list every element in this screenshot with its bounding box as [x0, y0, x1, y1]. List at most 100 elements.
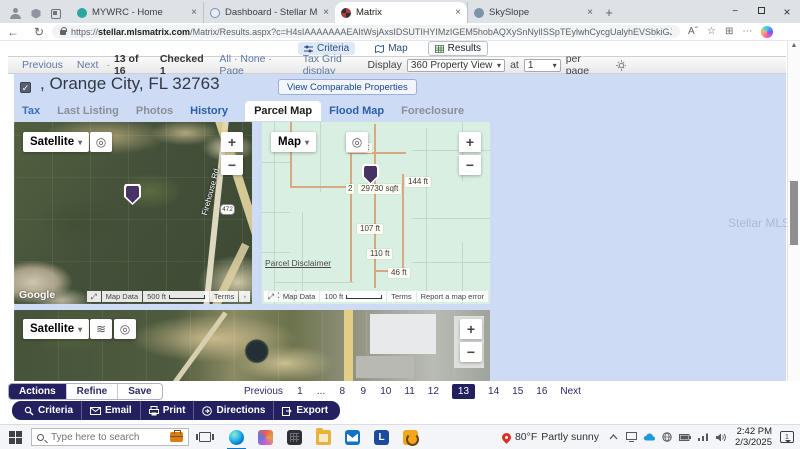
- lists-app-icon[interactable]: L: [374, 430, 389, 445]
- collections-icon[interactable]: ⊞: [725, 26, 733, 37]
- restore-icon[interactable]: [748, 6, 774, 17]
- network-icon[interactable]: [661, 431, 673, 443]
- task-view-icon[interactable]: [199, 432, 211, 442]
- page-number[interactable]: 15: [512, 386, 523, 397]
- refresh-icon[interactable]: ↻: [26, 25, 52, 39]
- page-number[interactable]: 9: [359, 386, 367, 397]
- orange-app-icon[interactable]: [403, 430, 418, 445]
- battery-icon[interactable]: [679, 431, 691, 443]
- email-button[interactable]: Email: [81, 401, 140, 420]
- terms-link[interactable]: Terms: [210, 291, 238, 302]
- tab-tax[interactable]: Tax: [22, 105, 40, 117]
- zoom-out-button[interactable]: −: [459, 155, 481, 175]
- file-explorer-icon[interactable]: [316, 430, 331, 445]
- calculator-icon[interactable]: [287, 430, 302, 445]
- satellite-view-dropdown[interactable]: Satellite: [23, 132, 89, 152]
- volume-icon[interactable]: [715, 431, 727, 443]
- scrollbar-thumb[interactable]: [790, 181, 798, 245]
- save-tab[interactable]: Save: [117, 384, 161, 399]
- workspaces-icon[interactable]: [31, 9, 41, 19]
- info-icon[interactable]: ◦: [239, 291, 250, 302]
- tab-close-icon[interactable]: ×: [323, 7, 329, 18]
- lock-icon[interactable]: [60, 30, 66, 35]
- pagination-previous[interactable]: Previous: [244, 386, 283, 397]
- directions-button[interactable]: Directions: [193, 401, 273, 420]
- tab-last-listing[interactable]: Last Listing: [57, 105, 119, 117]
- back-icon[interactable]: ←: [0, 25, 26, 39]
- start-button[interactable]: [9, 431, 22, 444]
- page-number[interactable]: 11: [404, 386, 414, 397]
- refine-tab[interactable]: Refine: [66, 384, 118, 399]
- scroll-up-icon[interactable]: ▲: [788, 42, 800, 49]
- zoom-in-button[interactable]: +: [221, 132, 243, 152]
- vertical-scrollbar[interactable]: ▲: [787, 41, 800, 424]
- my-location-icon[interactable]: ◎: [346, 132, 368, 152]
- per-page-select[interactable]: 1: [524, 59, 561, 72]
- parcel-disclaimer-link[interactable]: Parcel Disclaimer: [265, 258, 331, 268]
- print-button[interactable]: Print: [140, 401, 194, 420]
- my-location-icon[interactable]: ◎: [90, 132, 112, 152]
- signal-icon[interactable]: [697, 431, 709, 443]
- mail-icon[interactable]: [345, 430, 360, 445]
- tab-history[interactable]: History: [190, 105, 228, 117]
- zoom-in-button[interactable]: +: [460, 319, 482, 339]
- url-field[interactable]: https://stellar.mlsmatrix.com/Matrix/Res…: [52, 25, 680, 38]
- criteria-button[interactable]: Criteria: [16, 401, 81, 420]
- tab-parcel-map[interactable]: Parcel Map: [245, 101, 321, 121]
- parcel-map[interactable]: Map ◎ + − 108 ft 2 29730 sqft 144 ft 107…: [262, 122, 490, 304]
- listing-checkbox[interactable]: ✓: [20, 82, 31, 93]
- browser-tab-dashboard[interactable]: Dashboard - Stellar MLS ×: [203, 2, 335, 23]
- layers-icon[interactable]: ≋: [90, 319, 112, 339]
- map-view-dropdown[interactable]: Map: [271, 132, 316, 152]
- page-number[interactable]: 14: [488, 386, 499, 397]
- clock[interactable]: 2:42 PM 2/3/2025: [735, 426, 772, 448]
- pagination-next[interactable]: Next: [560, 386, 581, 397]
- report-map-error-link[interactable]: Report a map error: [417, 291, 488, 302]
- fullscreen-icon[interactable]: ⤢: [264, 291, 278, 302]
- tab-close-icon[interactable]: ×: [587, 7, 593, 18]
- edge-icon[interactable]: [229, 430, 244, 445]
- next-link[interactable]: Next: [77, 59, 99, 71]
- map-marker-icon[interactable]: [362, 164, 379, 185]
- tab-close-icon[interactable]: ×: [455, 7, 461, 18]
- zoom-in-button[interactable]: +: [459, 132, 481, 152]
- satellite-view-dropdown[interactable]: Satellite: [23, 319, 89, 339]
- tab-foreclosure[interactable]: Foreclosure: [401, 105, 464, 117]
- browser-tab-matrix[interactable]: Matrix ×: [335, 2, 467, 23]
- map-marker-icon[interactable]: [124, 184, 141, 205]
- fullscreen-icon[interactable]: ⤢: [87, 291, 101, 302]
- tray-expand-icon[interactable]: [607, 431, 619, 443]
- zoom-out-button[interactable]: −: [460, 342, 482, 362]
- page-number[interactable]: 12: [428, 386, 439, 397]
- copilot-icon[interactable]: [761, 26, 773, 38]
- favorites-star-icon[interactable]: ☆: [707, 26, 716, 37]
- satellite-map-bottom[interactable]: Satellite ≋ ◎ + −: [14, 310, 490, 381]
- search-input[interactable]: [49, 431, 149, 444]
- page-number[interactable]: 16: [536, 386, 547, 397]
- view-comparable-button[interactable]: View Comparable Properties: [278, 79, 417, 95]
- page-number-current[interactable]: 13: [452, 384, 475, 399]
- close-icon[interactable]: ×: [774, 5, 800, 19]
- display-view-select[interactable]: 360 Property View: [407, 59, 505, 72]
- taskbar-search[interactable]: [31, 428, 189, 446]
- minimize-icon[interactable]: −: [722, 6, 748, 17]
- office-icon[interactable]: [258, 430, 273, 445]
- monitor-icon[interactable]: [625, 431, 637, 443]
- previous-link[interactable]: Previous: [22, 59, 63, 71]
- notification-center-icon[interactable]: 1: [780, 431, 794, 443]
- browser-tab-mywrc[interactable]: MYWRC - Home ×: [71, 2, 203, 23]
- new-tab-icon[interactable]: +: [599, 5, 619, 23]
- page-number[interactable]: 1: [296, 386, 304, 397]
- tab-photos[interactable]: Photos: [136, 105, 173, 117]
- tab-actions-icon[interactable]: [51, 9, 61, 19]
- tab-close-icon[interactable]: ×: [191, 7, 197, 18]
- browser-tab-skyslope[interactable]: SkySlope ×: [467, 2, 599, 23]
- page-number[interactable]: 10: [380, 386, 391, 397]
- export-button[interactable]: Export: [273, 401, 336, 420]
- actions-tab[interactable]: Actions: [9, 384, 66, 399]
- tab-flood-map[interactable]: Flood Map: [329, 105, 384, 117]
- onedrive-icon[interactable]: [643, 431, 655, 443]
- read-aloud-icon[interactable]: Aˆ: [688, 26, 698, 37]
- profile-icon[interactable]: [10, 8, 21, 19]
- more-options-icon[interactable]: ⋯: [742, 26, 752, 37]
